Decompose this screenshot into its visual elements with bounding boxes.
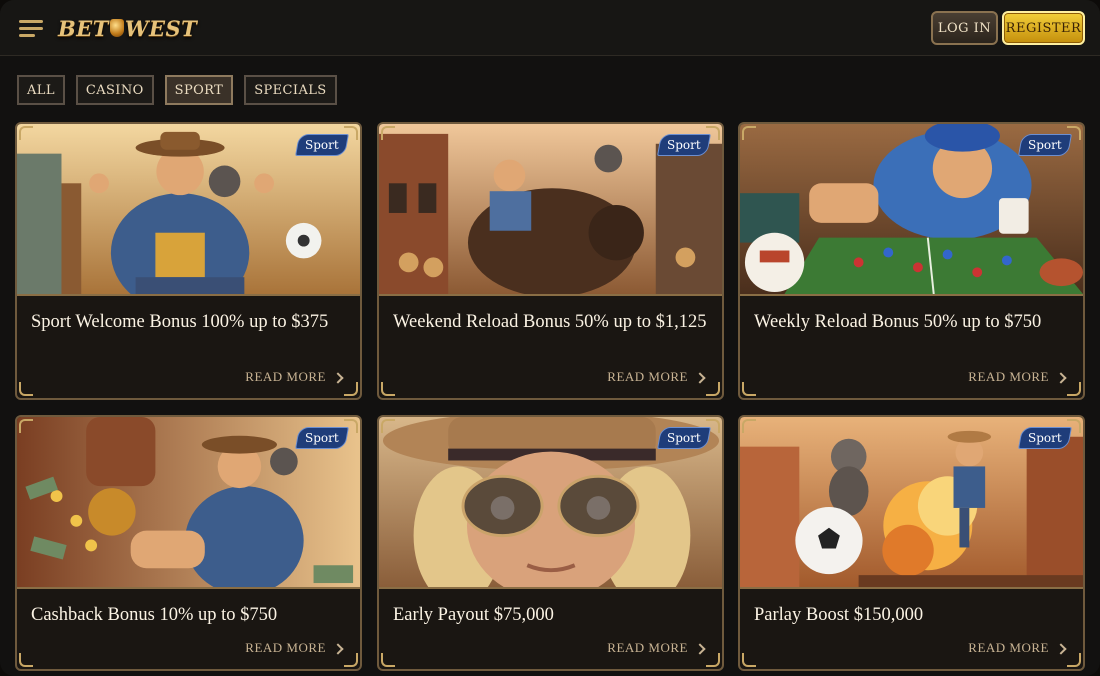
promo-card[interactable]: Sport Parlay Boost $150,000 READ MORE	[738, 415, 1085, 671]
chevron-right-icon	[332, 642, 344, 655]
read-more-link[interactable]: READ MORE	[968, 639, 1067, 657]
app-frame: BET WEST LOG IN REGISTER ALL CASINO SPOR…	[0, 0, 1100, 676]
chevron-right-icon	[332, 371, 344, 384]
promo-card[interactable]: Sport Cashback Bonus 10% up to $750 READ…	[15, 415, 362, 671]
category-tag: Sport	[1018, 427, 1072, 449]
read-more-link[interactable]: READ MORE	[245, 368, 344, 386]
logo-text-right: WEST	[124, 15, 198, 41]
register-button[interactable]: REGISTER	[1002, 11, 1085, 45]
category-tag: Sport	[1018, 134, 1072, 156]
read-more-link[interactable]: READ MORE	[968, 368, 1067, 386]
promo-title: Sport Welcome Bonus 100% up to $375	[31, 312, 329, 332]
filter-sport[interactable]: SPORT	[164, 75, 234, 105]
logo-text-left: BET	[58, 15, 109, 41]
filter-specials[interactable]: SPECIALS	[244, 75, 337, 105]
top-bar: BET WEST LOG IN REGISTER	[0, 0, 1100, 56]
promo-title: Parlay Boost $150,000	[754, 605, 924, 625]
category-filter-bar: ALL CASINO SPORT SPECIALS	[17, 75, 337, 105]
chevron-right-icon	[694, 642, 706, 655]
chevron-right-icon	[1055, 371, 1067, 384]
category-tag: Sport	[657, 427, 711, 449]
chevron-right-icon	[694, 371, 706, 384]
read-more-link[interactable]: READ MORE	[607, 639, 706, 657]
filter-casino[interactable]: CASINO	[75, 75, 154, 105]
category-tag: Sport	[657, 134, 711, 156]
filter-all[interactable]: ALL	[17, 75, 65, 105]
brand-logo[interactable]: BET WEST	[58, 11, 197, 45]
category-tag: Sport	[295, 427, 349, 449]
hamburger-menu-icon[interactable]	[19, 18, 45, 38]
logo-badge-icon	[109, 19, 124, 37]
promo-title: Early Payout $75,000	[393, 605, 554, 625]
read-more-link[interactable]: READ MORE	[245, 639, 344, 657]
read-more-link[interactable]: READ MORE	[607, 368, 706, 386]
login-button[interactable]: LOG IN	[931, 11, 998, 45]
category-tag: Sport	[295, 134, 349, 156]
chevron-right-icon	[1055, 642, 1067, 655]
promo-card[interactable]: Sport Weekend Reload Bonus 50% up to $1,…	[377, 122, 724, 400]
promo-card[interactable]: Sport Sport Welcome Bonus 100% up to $37…	[15, 122, 362, 400]
promo-title: Weekly Reload Bonus 50% up to $750	[754, 312, 1042, 332]
promo-card[interactable]: Sport Weekly Reload Bonus 50% up to $750…	[738, 122, 1085, 400]
promo-card[interactable]: Sport Early Payout $75,000 READ MORE	[377, 415, 724, 671]
promo-title: Cashback Bonus 10% up to $750	[31, 605, 278, 625]
promo-title: Weekend Reload Bonus 50% up to $1,125	[393, 312, 707, 332]
